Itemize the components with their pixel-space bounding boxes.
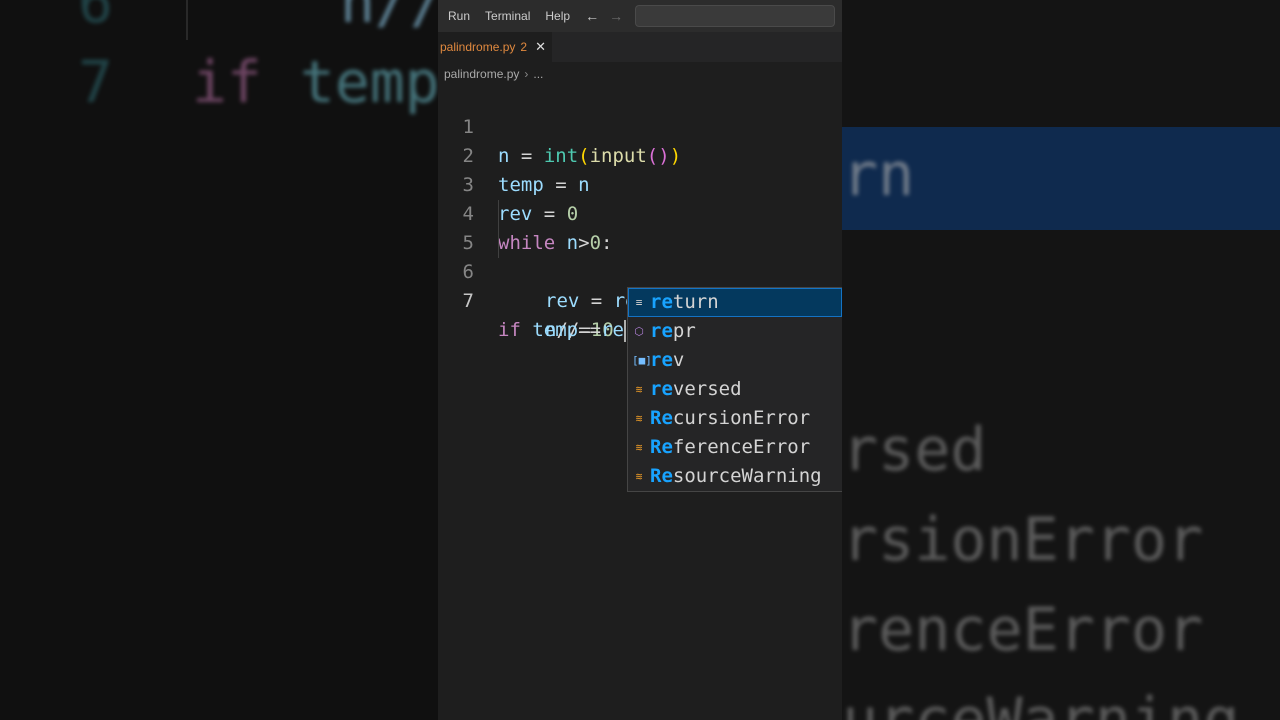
suggestion-match: re <box>650 349 673 371</box>
code-line-6: 6 n//=10 <box>438 229 842 341</box>
function-icon: ⬡ <box>634 325 644 338</box>
menu-bar: Run Terminal Help ← → <box>438 0 842 32</box>
menu-terminal[interactable]: Terminal <box>485 9 530 23</box>
suggestion-match: re <box>650 320 673 342</box>
line-number: 7 <box>462 290 474 312</box>
tab-problem-count: 2 <box>520 40 528 54</box>
bg-fragment-4: renceError <box>842 595 1204 665</box>
code-line-5: 5 rev = rev *10+n%10 <box>438 200 842 312</box>
tab-filename: palindrome.py <box>440 40 516 54</box>
suggestion-return[interactable]: ≡ re turn <box>628 288 842 317</box>
suggestion-rest: cursionError <box>672 407 811 429</box>
bg-line-number-6: 6 <box>78 0 113 36</box>
back-arrow-icon[interactable]: ← <box>585 8 599 24</box>
bg-keyword-if: if <box>192 48 262 116</box>
menu-help[interactable]: Help <box>545 9 570 23</box>
indent-guide <box>186 0 188 40</box>
editor-tabs: palindrome.py 2 ✕ <box>438 32 842 62</box>
bg-fragment-3: rsionError <box>842 505 1204 575</box>
tab-palindrome[interactable]: palindrome.py 2 ✕ <box>438 32 552 62</box>
suggestion-match: Re <box>650 407 673 429</box>
suggestion-rest: ferenceError <box>672 436 811 458</box>
suggestion-rest: sourceWarning <box>672 465 822 487</box>
autocomplete-suggestions: ≡ re turn ⬡ re pr [■] re v ≋ re versed ≋ Re c… <box>627 287 842 492</box>
background-left-blur: 6 n// 7 if temp <box>0 0 438 720</box>
line-text: if temp==re <box>498 319 626 342</box>
suggestion-match: re <box>650 378 673 400</box>
breadcrumb-symbols[interactable]: ... <box>533 67 543 81</box>
suggestion-rest: versed <box>672 378 742 400</box>
code-line-4: 4 while n>0: <box>438 171 842 254</box>
suggestion-match: Re <box>650 465 673 487</box>
suggestion-match: Re <box>650 436 673 458</box>
suggestion-referenceerror[interactable]: ≋ Re ferenceError <box>628 433 842 462</box>
forward-arrow-icon[interactable]: → <box>609 8 623 24</box>
suggestion-rev[interactable]: [■] re v <box>628 346 842 375</box>
bg-fragment-5: urceWarning <box>842 685 1240 720</box>
bg-code-line-6: n// <box>340 0 438 36</box>
keyword-icon: ≡ <box>635 296 643 309</box>
breadcrumb: palindrome.py › ... <box>438 62 842 86</box>
indent-guide <box>498 200 499 229</box>
background-right-blur: rn rsed rsionError renceError urceWarnin… <box>842 0 1280 720</box>
suggestion-rest: turn <box>672 291 719 313</box>
code-line-1: 1 n = int(input()) <box>438 84 842 167</box>
menu-run[interactable]: Run <box>448 9 470 23</box>
suggestion-match: re <box>650 291 673 313</box>
text-cursor <box>623 319 626 342</box>
command-center-search[interactable] <box>635 5 836 27</box>
suggestion-reversed[interactable]: ≋ re versed <box>628 375 842 404</box>
suggestion-rest: v <box>672 349 685 371</box>
suggestion-resourcewarning[interactable]: ≋ Re sourceWarning <box>628 462 842 491</box>
code-line-7: 7 if temp==re <box>438 258 842 342</box>
suggestion-rest: pr <box>672 320 696 342</box>
code-line-2: 2 temp = n <box>438 113 842 196</box>
bg-fragment-2: rsed <box>842 415 987 485</box>
bg-line-number-7: 7 <box>78 48 113 116</box>
class-icon: ≋ <box>635 412 643 425</box>
chevron-right-icon: › <box>524 67 529 81</box>
variable-icon: [■] <box>632 354 652 367</box>
class-icon: ≋ <box>635 470 643 483</box>
class-icon: ≋ <box>635 383 643 396</box>
bg-code-temp: temp <box>300 48 438 116</box>
indent-guide <box>498 229 499 258</box>
code-area[interactable]: 1 n = int(input()) 2 temp = n 3 rev = 0 … <box>438 84 842 342</box>
close-icon[interactable]: ✕ <box>535 39 546 55</box>
suggestion-repr[interactable]: ⬡ re pr <box>628 317 842 346</box>
breadcrumb-file[interactable]: palindrome.py <box>444 67 519 81</box>
class-icon: ≋ <box>635 441 643 454</box>
suggestion-recursionerror[interactable]: ≋ Re cursionError <box>628 404 842 433</box>
bg-fragment-1: rn <box>842 140 915 210</box>
code-line-3: 3 rev = 0 <box>438 142 842 225</box>
